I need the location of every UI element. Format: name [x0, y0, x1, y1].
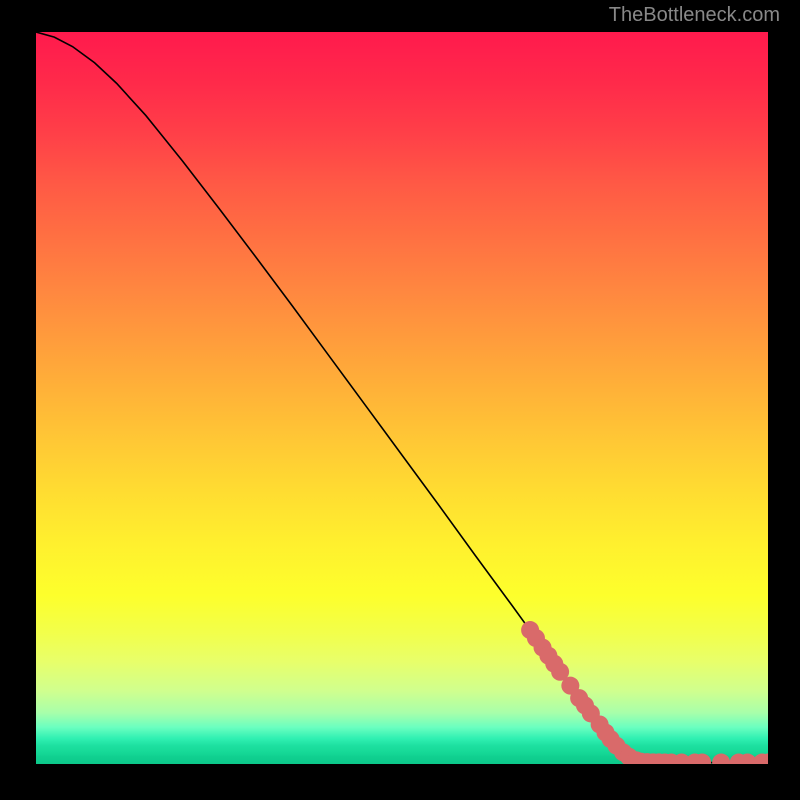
bottleneck-curve [36, 32, 768, 763]
data-point [712, 754, 730, 764]
attribution-text: TheBottleneck.com [609, 4, 780, 27]
chart-overlay-svg [36, 32, 768, 764]
highlighted-points-group [521, 621, 768, 764]
chart-plot-area [36, 32, 768, 764]
